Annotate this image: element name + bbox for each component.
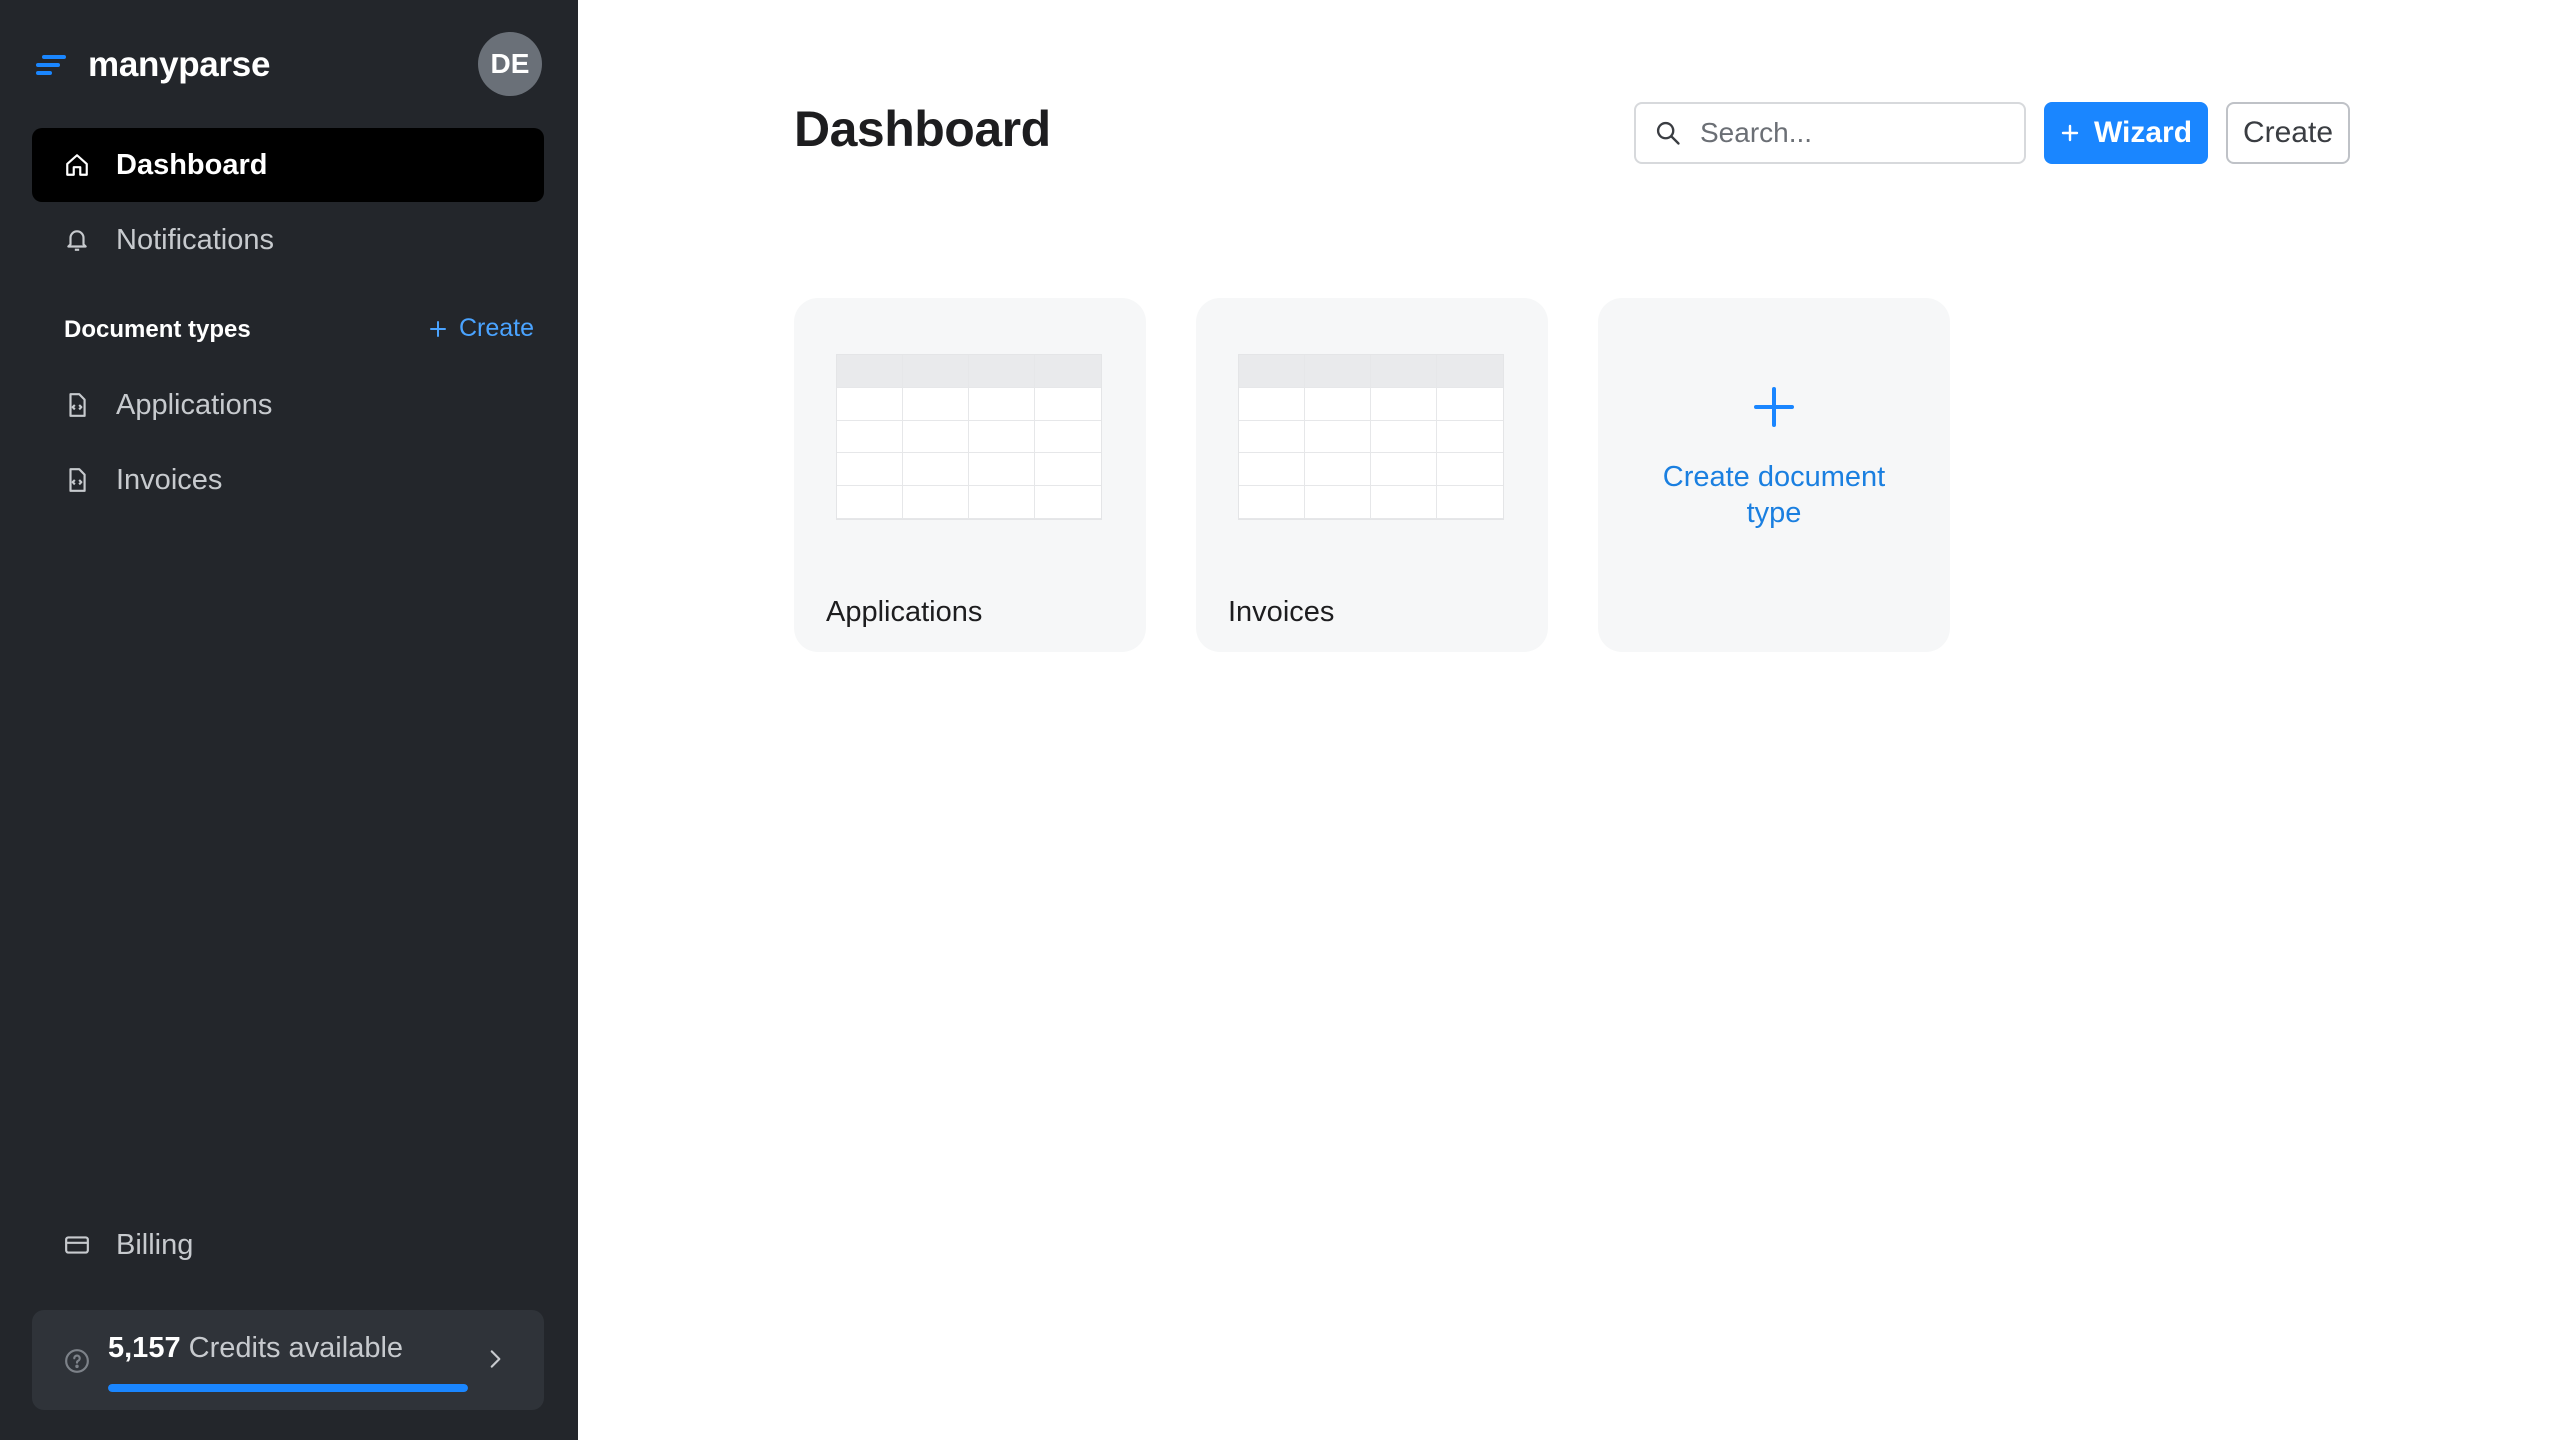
search-input[interactable] xyxy=(1698,116,2018,150)
sidebar: manyparse DE Dashboard Notifications Doc… xyxy=(0,0,578,1440)
table-thumbnail xyxy=(1238,354,1504,520)
sidebar-item-label: Billing xyxy=(116,1228,194,1261)
brand[interactable]: manyparse xyxy=(36,32,270,98)
sidebar-item-invoices[interactable]: Invoices xyxy=(32,443,544,517)
help-circle-icon xyxy=(65,1349,89,1373)
section-label-document-types: Document types xyxy=(64,316,251,343)
sidebar-item-dashboard[interactable]: Dashboard xyxy=(32,128,544,202)
avatar[interactable]: DE xyxy=(478,32,542,96)
wizard-button[interactable]: Wizard xyxy=(2044,102,2208,164)
document-icon xyxy=(69,468,86,492)
sidebar-item-notifications[interactable]: Notifications xyxy=(32,203,544,277)
sidebar-item-label: Dashboard xyxy=(116,148,268,181)
create-document-type-label: Create document type xyxy=(1662,461,1886,529)
search-box[interactable] xyxy=(1634,102,2026,164)
credits-label: Credits available xyxy=(188,1332,404,1364)
plus-icon xyxy=(2061,124,2079,142)
credit-card-icon xyxy=(65,1236,89,1254)
document-icon xyxy=(69,393,86,417)
plus-icon xyxy=(1754,387,1794,427)
document-type-card-applications[interactable]: Applications xyxy=(794,298,1146,652)
sidebar-item-label: Invoices xyxy=(116,463,223,496)
bell-icon xyxy=(67,230,87,251)
credits-progress-fill xyxy=(108,1384,468,1392)
credits-text: 5,157 Credits available xyxy=(108,1332,403,1365)
create-label: Create xyxy=(458,314,534,342)
credits-amount: 5,157 xyxy=(108,1332,181,1364)
credits-panel[interactable]: 5,157 Credits available xyxy=(32,1310,544,1410)
wizard-label: Wizard xyxy=(2093,116,2193,149)
document-type-card-invoices[interactable]: Invoices xyxy=(1196,298,1548,652)
credits-progress-bar xyxy=(108,1384,468,1392)
sidebar-item-label: Notifications xyxy=(116,223,274,256)
search-icon xyxy=(1656,121,1680,145)
card-label: Invoices xyxy=(1228,596,1335,628)
chevron-right-icon xyxy=(490,1350,501,1368)
sidebar-item-applications[interactable]: Applications xyxy=(32,368,544,442)
card-label: Applications xyxy=(826,596,983,628)
logo-icon xyxy=(36,55,66,75)
sidebar-item-billing[interactable]: Billing xyxy=(32,1208,544,1282)
create-document-type-link[interactable]: Create xyxy=(429,314,534,343)
sidebar-item-label: Applications xyxy=(116,388,273,421)
create-document-type-card[interactable]: Create document type xyxy=(1598,298,1950,652)
plus-icon xyxy=(429,320,446,337)
home-icon xyxy=(66,154,88,176)
page-title: Dashboard xyxy=(794,101,1051,157)
create-button[interactable]: Create xyxy=(2226,102,2350,164)
table-thumbnail xyxy=(836,354,1102,520)
brand-name: manyparse xyxy=(88,45,271,84)
